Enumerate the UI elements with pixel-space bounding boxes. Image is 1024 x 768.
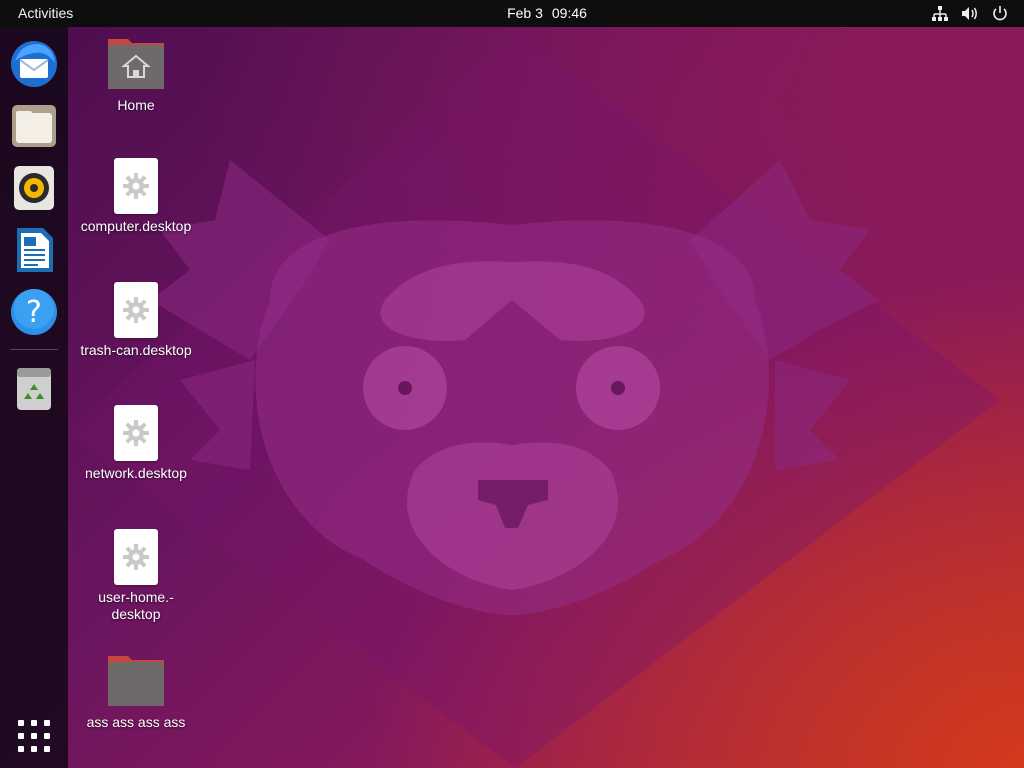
- desktop-icon-user-home[interactable]: user-home.- desktop: [68, 527, 204, 623]
- clock[interactable]: Feb 3 09:46: [0, 5, 1024, 21]
- rhythmbox-icon[interactable]: [9, 163, 59, 213]
- libreoffice-writer-icon[interactable]: [9, 225, 59, 275]
- system-tray[interactable]: [931, 5, 1009, 22]
- help-icon[interactable]: ?: [9, 287, 59, 337]
- desktop-icon-label: Home: [117, 97, 155, 113]
- dock: ?: [0, 27, 68, 768]
- clock-time: 09:46: [551, 5, 587, 21]
- launcher-file-icon: [106, 280, 166, 340]
- network-icon[interactable]: [931, 5, 949, 22]
- show-applications-icon[interactable]: [18, 720, 50, 752]
- desktop-icon-trash-can[interactable]: trash-can.desktop: [68, 280, 204, 359]
- desktop-icon-home[interactable]: Home: [68, 35, 204, 114]
- help-glyph: ?: [26, 295, 42, 330]
- gear-icon: [123, 173, 149, 199]
- launcher-file-icon: [106, 527, 166, 587]
- folder-icon: [106, 652, 166, 712]
- gear-icon: [123, 297, 149, 323]
- home-folder-icon: [106, 35, 166, 95]
- thunderbird-icon[interactable]: [9, 39, 59, 89]
- desktop-icon-computer[interactable]: computer.desktop: [68, 156, 204, 235]
- gear-icon: [123, 420, 149, 446]
- clock-date: Feb 3: [507, 5, 543, 21]
- volume-icon[interactable]: [961, 5, 979, 22]
- desktop-icon-label: ass ass ass ass: [86, 714, 186, 730]
- gear-icon: [123, 544, 149, 570]
- top-bar: Activities Feb 3 09:46: [0, 0, 1024, 27]
- desktop-icon-label: user-home.- desktop: [98, 589, 174, 622]
- power-icon[interactable]: [991, 5, 1009, 22]
- files-icon[interactable]: [9, 101, 59, 151]
- desktop-icon-label: network.desktop: [85, 465, 187, 481]
- dock-separator: [10, 349, 58, 350]
- activities-button[interactable]: Activities: [18, 5, 73, 21]
- desktop-icon-label: computer.desktop: [80, 218, 192, 234]
- desktop-icon-folder[interactable]: ass ass ass ass: [68, 652, 204, 731]
- launcher-file-icon: [106, 403, 166, 463]
- desktop-icon-label: trash-can.desktop: [80, 342, 192, 358]
- desktop-icon-network[interactable]: network.desktop: [68, 403, 204, 482]
- trash-icon[interactable]: [9, 363, 59, 413]
- launcher-file-icon: [106, 156, 166, 216]
